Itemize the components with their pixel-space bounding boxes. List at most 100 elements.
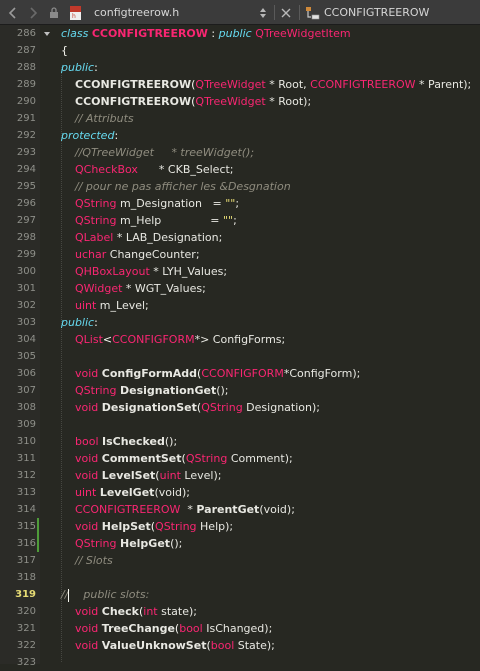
up-down-arrows-icon[interactable] [256,0,270,25]
code-token: LevelGet [99,486,155,499]
line-number: 313 [16,487,36,498]
code-line[interactable]: // pour ne pas afficher les &Desgnation [61,178,291,195]
code-token: public [218,27,256,40]
code-token: uint [75,486,97,499]
code-token: QString [75,214,117,227]
code-line[interactable]: void ConfigFormAdd(CCONFIGFORM*ConfigFor… [61,365,360,382]
code-line[interactable]: public: [61,314,98,331]
code-line[interactable]: void LevelSet(uint Level); [61,467,221,484]
code-line[interactable]: uint m_Level; [61,297,149,314]
line-number: 288 [16,62,36,73]
line-number: 304 [16,334,36,345]
code-line[interactable]: QString m_Help = ""; [61,212,237,229]
code-line[interactable]: QString HelpGet(); [61,535,182,552]
line-number: 289 [16,79,36,90]
code-token: QString [185,452,228,465]
code-token: uint [159,469,181,482]
code-line[interactable]: QWidget * WGT_Values; [61,280,206,297]
code-line[interactable]: QList<CCONFIGFORM*> ConfigForms; [61,331,285,348]
code-line[interactable]: void DesignationSet(QString Designation)… [61,399,320,416]
code-token: Check [101,605,139,618]
code-editor[interactable]: 286 class CCONFIGTREEROW : public QTreeWi… [0,25,480,668]
code-token: Level); [180,469,222,482]
line-number: 307 [16,385,36,396]
current-symbol-selector[interactable]: CCONFIGTREEROW [324,0,429,25]
code-token: QLabel [75,231,114,244]
code-token: *ConfigForm); [283,367,361,380]
toolbar-divider [274,5,275,20]
chevron-right-icon[interactable] [24,0,42,25]
code-token: QString [75,197,117,210]
line-number: 314 [16,504,36,515]
svg-text:h: h [72,13,76,20]
line-number: 311 [16,453,36,464]
code-line[interactable]: public: [61,59,98,76]
line-number: 305 [16,351,36,362]
code-token: State); [234,639,275,652]
code-line[interactable]: CCONFIGTREEROW * ParentGet(void); [61,501,295,518]
code-line[interactable]: // Slots [61,552,113,569]
lock-icon[interactable] [47,0,61,25]
code-line[interactable]: bool IsChecked(); [61,433,177,450]
code-token: (); [170,537,183,550]
code-line[interactable]: void CommentSet(QString Comment); [61,450,293,467]
chevron-left-icon[interactable] [4,0,22,25]
code-line[interactable]: QLabel * LAB_Designation; [61,229,222,246]
code-token: bool [210,639,235,652]
code-line[interactable]: QCheckBox * CKB_Select; [61,161,234,178]
line-number: 322 [16,640,36,651]
code-token: CCONFIGTREEROW [75,95,192,108]
fold-margin [40,25,58,664]
fold-toggle-icon[interactable] [44,32,50,36]
code-line[interactable]: CCONFIGTREEROW(QTreeWidget * Root, CCONF… [61,76,471,93]
code-token: * LAB_Designation; [113,231,223,244]
code-line[interactable]: uint LevelGet(void); [61,484,190,501]
file-name-selector[interactable]: configtreerow.h [94,0,179,25]
line-number: 319 [15,589,36,600]
code-line[interactable]: void HelpSet(QString Help); [61,518,233,535]
code-line[interactable]: //QTreeWidget * treeWidget(); [61,144,254,161]
line-number: 287 [16,45,36,56]
code-line[interactable]: void TreeChange(bool IsChanged); [61,620,272,637]
line-number: 300 [16,266,36,277]
code-line[interactable]: uchar ChangeCounter; [61,246,200,263]
code-line[interactable]: // Attributs [61,110,134,127]
code-token: DesignationGet [120,384,217,397]
close-icon[interactable] [278,0,294,25]
code-token: HelpGet [120,537,171,550]
code-token: (); [216,384,229,397]
code-token: class [61,27,92,40]
code-line[interactable]: QString DesignationGet(); [61,382,229,399]
line-number: 315 [16,521,36,532]
code-line[interactable]: QHBoxLayout * LYH_Values; [61,263,227,280]
code-line[interactable]: { [61,42,68,59]
code-token: ConfigFormAdd [101,367,198,380]
line-number: 320 [16,606,36,617]
code-token: uchar [75,248,107,261]
code-token: : [207,27,219,40]
code-token: QHBoxLayout [75,265,150,278]
code-line[interactable]: void Check(int state); [61,603,197,620]
code-token: Help); [196,520,234,533]
code-line[interactable]: void ValueUnknowSet(bool State); [61,637,275,654]
line-number: 298 [16,232,36,243]
code-token: DesignationSet [101,401,197,414]
code-token: CCONFIGFORM [112,333,195,346]
code-line[interactable]: // public slots: [61,586,149,603]
code-token: bool [75,435,99,448]
code-line[interactable]: protected: [61,127,118,144]
toolbar-divider [299,5,300,20]
code-token: void [75,367,99,380]
code-line[interactable]: class CCONFIGTREEROW : public QTreeWidge… [61,25,351,42]
code-token: QTreeWidget [195,78,266,91]
code-token: * WGT_Values; [122,282,206,295]
code-token: public slots: [69,588,150,601]
code-line[interactable]: CCONFIGTREEROW(QTreeWidget * Root); [61,93,311,110]
code-line[interactable]: QString m_Designation = ""; [61,195,239,212]
